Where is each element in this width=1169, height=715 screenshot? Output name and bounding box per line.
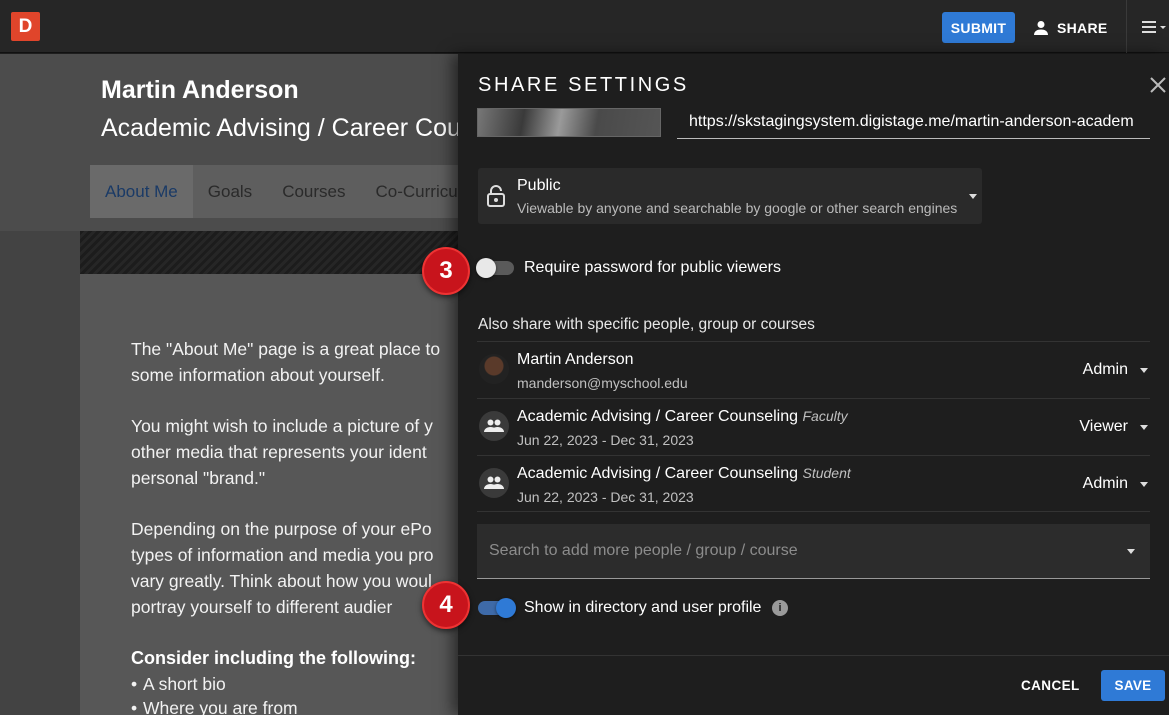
share-url-field[interactable]: https://skstagingsystem.digistage.me/mar…: [677, 108, 1150, 139]
require-password-label: Require password for public viewers: [524, 259, 781, 276]
role-select[interactable]: Admin: [1083, 475, 1128, 493]
caret-down-icon: [969, 194, 977, 199]
tab-about-me[interactable]: About Me: [90, 165, 193, 218]
close-icon: [1150, 77, 1166, 93]
search-people-input[interactable]: Search to add more people / group / cour…: [477, 524, 1150, 579]
visibility-select[interactable]: Public Viewable by anyone and searchable…: [478, 168, 982, 224]
directory-toggle[interactable]: [478, 598, 516, 618]
paragraph-line: Depending on the purpose of your ePo: [131, 519, 432, 539]
save-button[interactable]: SAVE: [1101, 670, 1165, 701]
toggle-knob: [496, 598, 516, 618]
app-logo[interactable]: D: [11, 12, 40, 41]
page-thumbnail: [477, 108, 661, 137]
also-share-label: Also share with specific people, group o…: [478, 316, 815, 333]
share-settings-dialog: SHARE SETTINGS https://skstagingsystem.d…: [458, 54, 1169, 715]
callout-badge: 4: [422, 581, 470, 629]
caret-down-icon[interactable]: [1127, 549, 1135, 554]
avatar: [479, 354, 509, 384]
group-name: Academic Advising / Career Counseling: [517, 465, 799, 482]
caret-down-icon[interactable]: [1140, 482, 1148, 487]
group-icon: [479, 411, 509, 441]
search-placeholder: Search to add more people / group / cour…: [489, 542, 798, 559]
paragraph-line: some information about yourself.: [131, 365, 385, 385]
page-course-title: Academic Advising / Career Cou: [101, 114, 458, 142]
hamburger-menu-icon: [1142, 21, 1166, 33]
member-dates: Jun 22, 2023 - Dec 31, 2023: [517, 489, 694, 505]
paragraph-line: types of information and media you pro: [131, 545, 434, 565]
close-button[interactable]: [1147, 74, 1169, 96]
member-email: manderson@myschool.edu: [517, 375, 688, 391]
paragraph-line: personal "brand.": [131, 468, 266, 488]
directory-label: Show in directory and user profile: [524, 599, 762, 616]
submit-button[interactable]: SUBMIT: [942, 12, 1015, 43]
tab-courses[interactable]: Courses: [267, 165, 360, 218]
callout-badge: 3: [422, 247, 470, 295]
tab-co-curricular[interactable]: Co-Curricula: [361, 165, 459, 218]
role-select[interactable]: Admin: [1083, 361, 1128, 379]
tab-goals[interactable]: Goals: [193, 165, 267, 218]
cancel-button[interactable]: CANCEL: [1013, 671, 1088, 701]
unlock-icon: [487, 185, 505, 207]
share-button-label: SHARE: [1057, 19, 1108, 36]
page-tabs: About Me Goals Courses Co-Curricula: [90, 165, 458, 218]
content-heading: Consider including the following:: [131, 648, 416, 668]
member-dates: Jun 22, 2023 - Dec 31, 2023: [517, 432, 694, 448]
share-button[interactable]: SHARE: [1033, 12, 1108, 43]
person-icon: [1034, 20, 1048, 35]
paragraph-line: The "About Me" page is a great place to: [131, 339, 441, 359]
paragraph-line: vary greatly. Think about how you woul: [131, 571, 432, 591]
member-name: Martin Anderson: [517, 351, 634, 368]
divider: [1126, 0, 1127, 53]
member-row: Martin Anderson manderson@myschool.edu A…: [477, 341, 1150, 398]
paragraph-line: other media that represents your ident: [131, 442, 427, 462]
portfolio-page-background: Martin Anderson Academic Advising / Care…: [0, 54, 458, 715]
member-row: Academic Advising / Career Counseling Fa…: [477, 398, 1150, 455]
group-icon: [479, 468, 509, 498]
group-name: Academic Advising / Career Counseling: [517, 408, 799, 425]
role-select[interactable]: Viewer: [1079, 418, 1128, 436]
caret-down-icon[interactable]: [1140, 368, 1148, 373]
banner-image: [80, 231, 458, 274]
visibility-title: Public: [517, 177, 561, 194]
info-icon[interactable]: i: [772, 600, 788, 616]
hamburger-menu-button[interactable]: [1140, 17, 1169, 37]
paragraph-line: portray yourself to different audier: [131, 597, 393, 617]
top-bar: D SUBMIT SHARE: [0, 0, 1169, 53]
list-item: Where you are from: [131, 698, 298, 715]
divider: [458, 655, 1169, 656]
group-tag: Student: [802, 465, 851, 481]
dialog-title: SHARE SETTINGS: [478, 74, 689, 96]
member-name: Academic Advising / Career Counseling Fa…: [517, 408, 848, 426]
toggle-knob: [476, 258, 496, 278]
visibility-subtitle: Viewable by anyone and searchable by goo…: [517, 200, 958, 216]
page-owner-name: Martin Anderson: [101, 76, 299, 104]
paragraph-line: You might wish to include a picture of y: [131, 416, 433, 436]
list-item: A short bio: [131, 674, 226, 695]
member-row: Academic Advising / Career Counseling St…: [477, 455, 1150, 512]
group-tag: Faculty: [802, 408, 848, 424]
caret-down-icon[interactable]: [1140, 425, 1148, 430]
require-password-toggle[interactable]: [476, 258, 514, 278]
member-name: Academic Advising / Career Counseling St…: [517, 465, 851, 483]
